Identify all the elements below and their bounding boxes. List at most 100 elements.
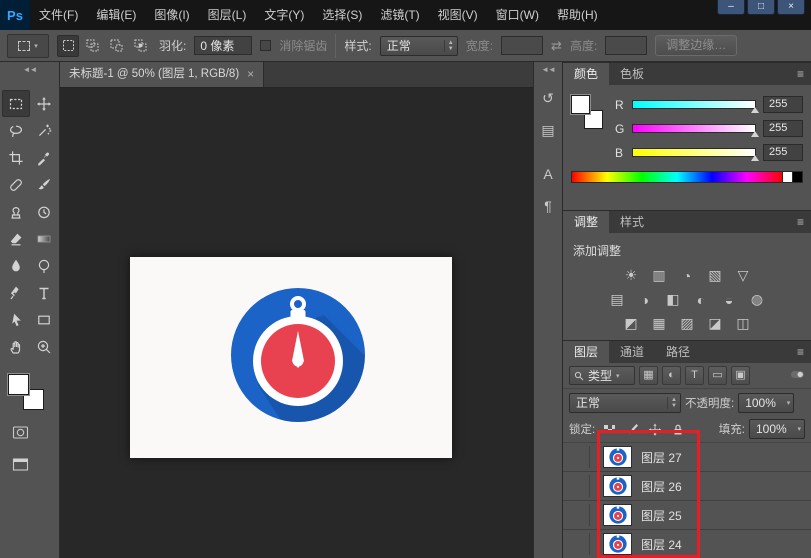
curves-icon[interactable]: ◔ [675, 265, 700, 286]
feather-input[interactable] [194, 36, 252, 55]
hue-saturation-icon[interactable]: ▤ [605, 289, 630, 310]
menu-layer[interactable]: 图层(L) [199, 0, 256, 30]
green-value[interactable]: 255 [763, 120, 803, 137]
layer-thumbnail[interactable] [603, 446, 632, 468]
opacity-dropdown[interactable]: 100% ▾ [738, 393, 794, 413]
screen-mode-button[interactable] [8, 454, 32, 474]
visibility-eye-well[interactable] [568, 446, 590, 468]
spectrum-white-swatch[interactable] [783, 171, 793, 183]
layer-thumbnail[interactable] [603, 533, 632, 555]
path-selection-tool[interactable] [2, 306, 30, 333]
menu-select[interactable]: 选择(S) [313, 0, 371, 30]
layer-filter-toggle[interactable] [790, 368, 805, 384]
shape-tool[interactable] [30, 306, 58, 333]
foreground-color-swatch[interactable] [8, 374, 29, 395]
layer-row[interactable]: 图层 26 [563, 472, 811, 501]
tab-color[interactable]: 颜色 [563, 63, 609, 85]
color-spectrum-ramp[interactable] [571, 171, 783, 183]
eraser-tool[interactable] [2, 225, 30, 252]
character-panel-icon[interactable]: A [536, 162, 560, 186]
menu-window[interactable]: 窗口(W) [487, 0, 548, 30]
crop-tool[interactable] [2, 144, 30, 171]
clone-stamp-tool[interactable] [2, 198, 30, 225]
menu-image[interactable]: 图像(I) [145, 0, 198, 30]
layer-thumbnail[interactable] [603, 504, 632, 526]
antialias-checkbox[interactable] [260, 40, 271, 51]
rectangular-marquee-tool[interactable] [2, 90, 30, 117]
filter-type-layers-icon[interactable]: T [685, 366, 704, 385]
visibility-eye-well[interactable] [568, 475, 590, 497]
brightness-contrast-icon[interactable]: ☀ [619, 265, 644, 286]
layer-row[interactable]: 图层 24 [563, 530, 811, 558]
menu-edit[interactable]: 编辑(E) [87, 0, 145, 30]
add-to-selection-button[interactable] [81, 35, 103, 57]
posterize-icon[interactable]: ▦ [647, 313, 672, 334]
exposure-icon[interactable]: ▧ [703, 265, 728, 286]
vibrance-icon[interactable]: ▽ [731, 265, 756, 286]
menu-help[interactable]: 帮助(H) [548, 0, 607, 30]
filter-shape-layers-icon[interactable]: ▭ [708, 366, 727, 385]
close-button[interactable]: × [777, 0, 805, 15]
tab-channels[interactable]: 通道 [609, 341, 655, 363]
panel-foreground-swatch[interactable] [571, 95, 590, 114]
tab-swatches[interactable]: 色板 [609, 63, 655, 85]
lock-all-icon[interactable] [668, 420, 687, 438]
move-tool[interactable] [30, 90, 58, 117]
subtract-from-selection-button[interactable] [105, 35, 127, 57]
visibility-eye-well[interactable] [568, 504, 590, 526]
channel-mixer-icon[interactable]: ◒ [717, 289, 742, 310]
panel-menu-icon[interactable]: ≡ [797, 215, 804, 229]
tab-paths[interactable]: 路径 [655, 341, 701, 363]
spectrum-black-swatch[interactable] [793, 171, 803, 183]
filter-adjustment-layers-icon[interactable]: ◐ [662, 366, 681, 385]
history-panel-icon[interactable]: ↺ [536, 86, 560, 110]
quick-mask-button[interactable] [8, 422, 32, 442]
levels-icon[interactable]: ▥ [647, 265, 672, 286]
green-slider[interactable] [632, 124, 756, 133]
tab-close-icon[interactable]: × [247, 62, 254, 87]
intersect-selection-button[interactable] [129, 35, 151, 57]
lock-image-pixels-icon[interactable] [622, 420, 641, 438]
threshold-icon[interactable]: ▨ [675, 313, 700, 334]
blue-slider-handle[interactable] [751, 155, 759, 161]
color-lookup-icon[interactable]: ◍ [745, 289, 770, 310]
paragraph-panel-icon[interactable]: ¶ [536, 194, 560, 218]
document-tab[interactable]: 未标题-1 @ 50% (图层 1, RGB/8) × [60, 62, 264, 87]
width-input[interactable] [501, 36, 543, 55]
red-slider[interactable] [632, 100, 756, 109]
type-tool[interactable] [30, 279, 58, 306]
maximize-button[interactable]: □ [747, 0, 775, 15]
lock-transparent-pixels-icon[interactable] [599, 420, 618, 438]
red-slider-handle[interactable] [751, 107, 759, 113]
visibility-eye-well[interactable] [568, 533, 590, 555]
blur-tool[interactable] [2, 252, 30, 279]
red-value[interactable]: 255 [763, 96, 803, 113]
dodge-tool[interactable] [30, 252, 58, 279]
menu-filter[interactable]: 滤镜(T) [371, 0, 428, 30]
hand-tool[interactable] [2, 333, 30, 360]
color-balance-icon[interactable]: ◑ [633, 289, 658, 310]
gradient-map-icon[interactable]: ◪ [703, 313, 728, 334]
magic-wand-tool[interactable] [30, 117, 58, 144]
brush-tool[interactable] [30, 171, 58, 198]
photo-filter-icon[interactable]: ◐ [689, 289, 714, 310]
swap-dimensions-icon[interactable]: ⇄ [551, 38, 562, 54]
fill-dropdown[interactable]: 100% ▾ [749, 419, 805, 439]
tool-preset-picker[interactable]: ▾ [7, 34, 49, 58]
pen-tool[interactable] [2, 279, 30, 306]
invert-icon[interactable]: ◩ [619, 313, 644, 334]
tab-layers[interactable]: 图层 [563, 341, 609, 363]
filter-pixel-layers-icon[interactable]: ▦ [639, 366, 658, 385]
blue-value[interactable]: 255 [763, 144, 803, 161]
blend-mode-dropdown[interactable]: 正常 ▲▼ [569, 393, 681, 413]
layer-row[interactable]: 图层 25 [563, 501, 811, 530]
expand-panels-icon[interactable]: ◄◄ [534, 62, 562, 78]
menu-view[interactable]: 视图(V) [429, 0, 487, 30]
layer-thumbnail[interactable] [603, 475, 632, 497]
layer-filter-type-dropdown[interactable]: 类型 ▾ [569, 366, 635, 385]
history-brush-tool[interactable] [30, 198, 58, 225]
gradient-tool[interactable] [30, 225, 58, 252]
new-selection-button[interactable] [57, 35, 79, 57]
black-white-icon[interactable]: ◧ [661, 289, 686, 310]
height-input[interactable] [605, 36, 647, 55]
